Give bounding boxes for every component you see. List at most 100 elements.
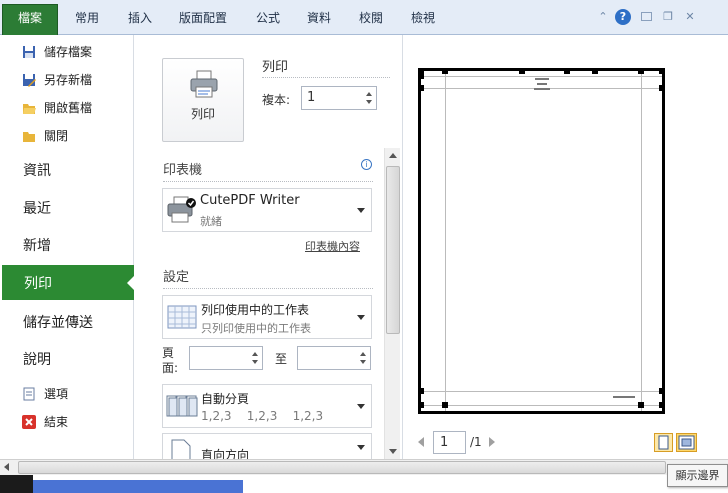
taskbar-strip [0, 475, 728, 493]
prev-page-icon[interactable] [418, 437, 424, 447]
tab-view[interactable]: 檢視 [411, 8, 435, 28]
header-text-mark [535, 78, 549, 80]
pages-to-spinner[interactable] [297, 346, 371, 370]
tab-review[interactable]: 校閱 [359, 8, 383, 28]
tab-file[interactable]: 檔案 [2, 4, 58, 35]
margin-handle[interactable] [519, 68, 525, 74]
pages-to-label: 至 [275, 352, 288, 366]
nav-print-active[interactable]: 列印 [2, 265, 135, 300]
save-icon [23, 46, 35, 58]
nav-info[interactable]: 資訊 [23, 160, 51, 180]
exit-label: 結束 [44, 415, 69, 429]
margin-handle[interactable] [659, 402, 665, 408]
margin-handle[interactable] [442, 402, 448, 408]
pages-label: 頁面: [162, 346, 179, 375]
margin-handle[interactable] [638, 68, 644, 74]
page-total: /1 [470, 435, 482, 449]
spin-up-icon[interactable] [360, 352, 366, 356]
printer-name: CutePDF Writer [200, 193, 300, 208]
info-icon[interactable]: i [361, 159, 372, 170]
page-number-input[interactable]: 1 [433, 431, 466, 454]
save-as-icon [23, 74, 36, 87]
settings-scrollbar[interactable] [384, 148, 400, 459]
print-button[interactable]: 列印 [162, 58, 244, 142]
taskbar-clock-area [0, 475, 33, 493]
scroll-left-icon[interactable] [4, 463, 9, 471]
window-close-icon[interactable]: ✕ [683, 10, 697, 24]
print-what-main: 列印使用中的工作表 [201, 303, 310, 317]
nav-help[interactable]: 說明 [23, 349, 51, 369]
tab-home[interactable]: 常用 [75, 8, 99, 28]
margin-handle[interactable] [638, 402, 644, 408]
scrollbar-thumb[interactable] [386, 166, 400, 334]
nav-print-label: 列印 [24, 276, 52, 292]
pages-from-spinner[interactable] [189, 346, 263, 370]
orientation-dropdown[interactable]: 直向方向 [162, 433, 372, 462]
footer-text-mark [613, 396, 635, 398]
spin-up-icon[interactable] [252, 352, 258, 356]
worksheet-icon [167, 305, 197, 329]
window-minimize-icon[interactable] [641, 12, 652, 21]
header-text-mark [534, 88, 550, 90]
collate-dropdown[interactable]: 自動分頁 1,2,3 1,2,3 1,2,3 [162, 384, 372, 428]
settings-header: 設定 [163, 270, 190, 285]
spin-down-icon[interactable] [360, 360, 366, 364]
ribbon: 檔案 常用 插入 版面配置 公式 資料 校閱 檢視 ⌃ ? ❐ ✕ [0, 0, 728, 35]
tab-insert[interactable]: 插入 [128, 8, 152, 28]
margin-handle[interactable] [418, 402, 424, 408]
printer-device-icon [167, 196, 196, 223]
exit-icon [22, 415, 36, 429]
tab-page-layout[interactable]: 版面配置 [179, 8, 227, 28]
nav-recent[interactable]: 最近 [23, 198, 51, 218]
open-folder-icon [23, 104, 36, 114]
print-divider [262, 77, 390, 78]
margin-line-bottom [421, 405, 662, 406]
printer-icon [190, 70, 218, 98]
minimize-ribbon-icon[interactable]: ⌃ [596, 10, 610, 24]
nav-save-send[interactable]: 儲存並傳送 [23, 312, 93, 332]
tab-formulas[interactable]: 公式 [256, 8, 280, 28]
horizontal-scrollbar-thumb[interactable] [18, 461, 666, 474]
margin-handle[interactable] [418, 73, 424, 79]
save-label: 儲存檔案 [44, 45, 93, 59]
help-icon[interactable]: ? [615, 9, 631, 25]
show-margins-button[interactable] [654, 433, 673, 452]
margin-handle[interactable] [592, 68, 598, 74]
next-page-icon[interactable] [489, 437, 495, 447]
copies-value: 1 [307, 90, 316, 105]
horizontal-scrollbar[interactable] [0, 459, 728, 475]
printer-properties-link[interactable]: 印表機內容 [305, 238, 360, 254]
zoom-to-page-button[interactable] [676, 433, 697, 452]
printer-dropdown[interactable]: CutePDF Writer 就緒 [162, 188, 372, 232]
margin-handle[interactable] [659, 68, 665, 74]
nav-new[interactable]: 新增 [23, 235, 51, 255]
margin-line-footer [421, 391, 662, 392]
taskbar-button[interactable] [33, 480, 243, 493]
margin-handle[interactable] [442, 68, 448, 74]
tab-data[interactable]: 資料 [307, 8, 331, 28]
margin-handle[interactable] [418, 85, 424, 91]
print-button-label: 列印 [190, 107, 215, 121]
chevron-down-icon [357, 315, 365, 320]
margin-handle[interactable] [659, 388, 665, 394]
margin-handle[interactable] [418, 388, 424, 394]
collate-icon [166, 395, 198, 417]
print-what-dropdown[interactable]: 列印使用中的工作表 只列印使用中的工作表 [162, 295, 372, 339]
margin-handle[interactable] [564, 68, 570, 74]
scroll-up-icon[interactable] [389, 153, 397, 158]
margin-line-left [445, 71, 446, 411]
margin-handle[interactable] [659, 85, 665, 91]
window-restore-icon[interactable]: ❐ [661, 10, 675, 24]
chevron-down-icon [357, 208, 365, 213]
collate-main: 自動分頁 [201, 392, 250, 406]
spin-down-icon[interactable] [252, 360, 258, 364]
open-label: 開啟舊檔 [44, 101, 93, 115]
copies-spinner[interactable]: 1 [301, 86, 377, 110]
printer-status: 就緒 [200, 215, 222, 228]
spin-up-icon[interactable] [366, 92, 372, 96]
settings-divider [163, 288, 373, 289]
printer-header: 印表機 [163, 163, 203, 178]
close-folder-icon [23, 132, 35, 142]
spin-down-icon[interactable] [366, 100, 372, 104]
scroll-down-icon[interactable] [389, 449, 397, 454]
